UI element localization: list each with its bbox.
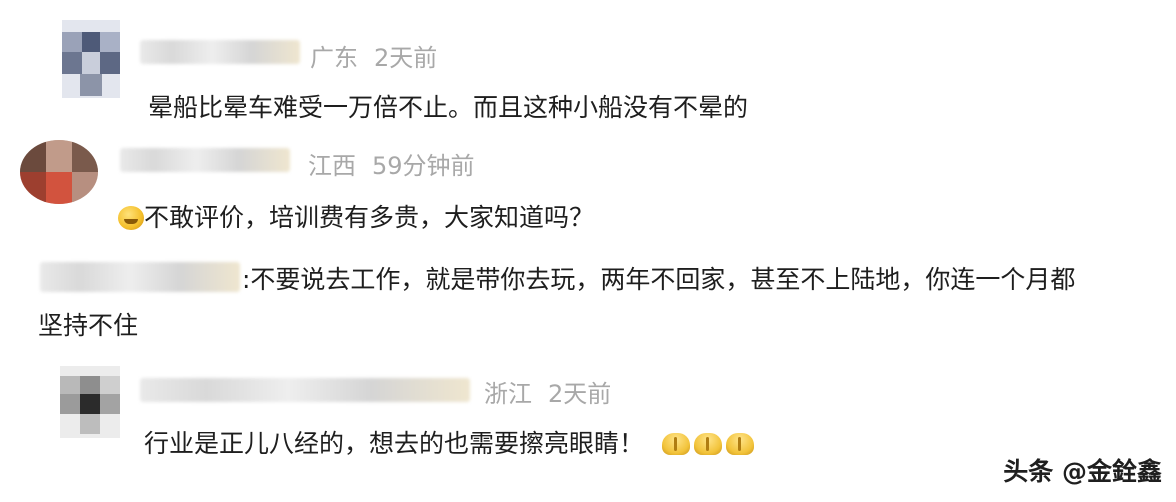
username-blurred[interactable]	[140, 40, 300, 64]
clap-emoji-icon	[662, 433, 691, 455]
comment-text-line1: :不要说去工作，就是带你去玩，两年不回家，甚至不上陆地，你连一个月都	[242, 265, 1076, 294]
comment-time: 2天前	[374, 44, 438, 72]
comment-text: 行业是正儿八经的，想去的也需要擦亮眼睛！	[144, 429, 645, 458]
comment-text: 晕船比晕车难受一万倍不止。而且这种小船没有不晕的	[148, 93, 749, 122]
comment-time: 59分钟前	[372, 152, 475, 180]
comment-text-row: 行业是正儿八经的，想去的也需要擦亮眼睛！	[144, 426, 755, 462]
comment-location: 浙江	[484, 380, 532, 408]
username-blurred[interactable]	[120, 148, 290, 172]
comment-meta: 江西 59分钟前	[308, 146, 475, 181]
comment-location: 江西	[308, 152, 356, 180]
comment-text: 不敢评价，培训费有多贵，大家知道吗？	[144, 203, 595, 232]
comment-meta: 广东 2天前	[310, 38, 437, 73]
comment-text-line2: 坚持不住	[38, 311, 139, 340]
grimace-emoji-icon	[118, 206, 144, 230]
username-blurred[interactable]	[40, 262, 240, 292]
watermark: 头条 @金銓鑫	[1003, 457, 1162, 486]
avatar[interactable]	[60, 366, 120, 438]
comment-time: 2天前	[548, 380, 612, 408]
clap-emoji-icon	[726, 433, 755, 455]
avatar[interactable]	[62, 20, 120, 98]
username-blurred[interactable]	[140, 378, 470, 402]
avatar[interactable]	[20, 140, 98, 204]
comment-text-row: 不敢评价，培训费有多贵，大家知道吗？	[118, 200, 594, 236]
clap-emoji-icon	[694, 433, 723, 455]
comment-meta: 浙江 2天前	[484, 374, 611, 409]
comment-location: 广东	[310, 44, 358, 72]
